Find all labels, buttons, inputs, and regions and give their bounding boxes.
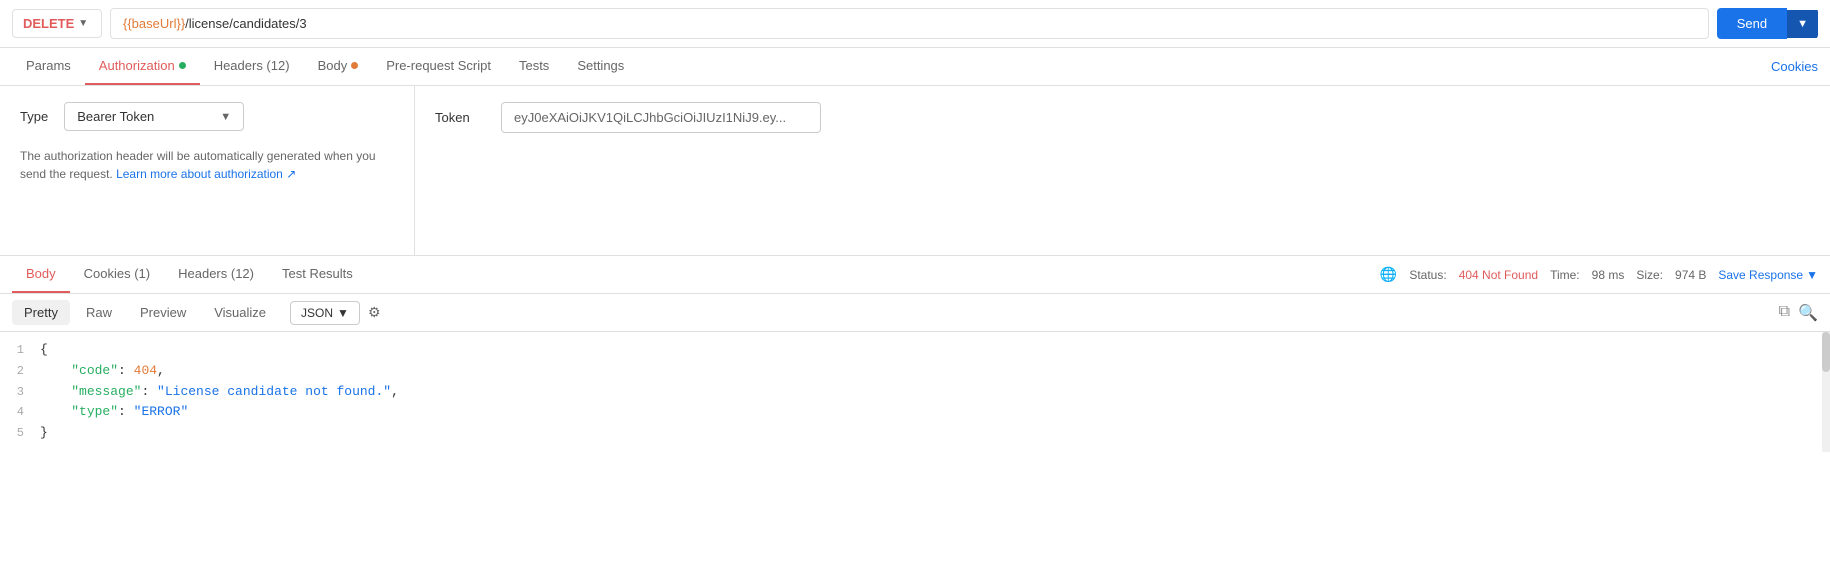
response-section: Body Cookies (1) Headers (12) Test Resul… <box>0 256 1830 452</box>
save-response-label: Save Response <box>1718 268 1803 282</box>
body-view-preview[interactable]: Preview <box>128 300 198 325</box>
size-label: Size: <box>1636 268 1663 282</box>
token-row: Token <box>435 102 1810 133</box>
send-dropdown-button[interactable]: ▼ <box>1787 10 1818 38</box>
code-line-5: 5 } <box>0 423 1830 444</box>
save-response-chevron-icon: ▼ <box>1806 268 1818 282</box>
response-tab-body[interactable]: Body <box>12 256 70 293</box>
line-num-4: 4 <box>0 403 40 422</box>
response-meta: 🌐 Status: 404 Not Found Time: 98 ms Size… <box>1380 266 1818 283</box>
body-view-pretty[interactable]: Pretty <box>12 300 70 325</box>
tab-tests[interactable]: Tests <box>505 48 563 85</box>
code-line-3: 3 "message": "License candidate not foun… <box>0 382 1830 403</box>
body-view-raw[interactable]: Raw <box>74 300 124 325</box>
tab-headers-label: Headers (12) <box>214 58 290 73</box>
line-num-3: 3 <box>0 383 40 402</box>
globe-icon: 🌐 <box>1380 266 1397 283</box>
tab-params[interactable]: Params <box>12 48 85 85</box>
url-base: {{baseUrl}} <box>123 16 185 31</box>
type-select-chevron-icon: ▼ <box>220 111 231 123</box>
tab-settings-label: Settings <box>577 58 624 73</box>
auth-left-panel: Type Bearer Token ▼ The authorization he… <box>0 86 415 255</box>
cookies-link[interactable]: Cookies <box>1771 59 1818 74</box>
token-label: Token <box>435 110 485 125</box>
tab-params-label: Params <box>26 58 71 73</box>
tab-settings[interactable]: Settings <box>563 48 638 85</box>
response-tab-headers-label: Headers (12) <box>178 266 254 281</box>
auth-learn-more-link[interactable]: Learn more about authorization ↗ <box>116 167 296 181</box>
response-tab-bar: Body Cookies (1) Headers (12) Test Resul… <box>0 256 1830 294</box>
method-select[interactable]: DELETE ▼ <box>12 9 102 38</box>
response-tab-body-label: Body <box>26 266 56 281</box>
size-value: 974 B <box>1675 268 1706 282</box>
top-bar: DELETE ▼ {{baseUrl}}/license/candidates/… <box>0 0 1830 48</box>
tab-authorization[interactable]: Authorization <box>85 48 200 85</box>
auth-right-panel: Token <box>415 86 1830 255</box>
url-display[interactable]: {{baseUrl}}/license/candidates/3 <box>110 8 1709 39</box>
type-select-dropdown[interactable]: Bearer Token ▼ <box>64 102 244 131</box>
body-toolbar: Pretty Raw Preview Visualize JSON ▼ ⚙ ⧉ … <box>0 294 1830 332</box>
response-tab-test-results[interactable]: Test Results <box>268 256 367 293</box>
code-line-2: 2 "code": 404, <box>0 361 1830 382</box>
code-content-2: "code": 404, <box>40 361 165 382</box>
body-view-raw-label: Raw <box>86 305 112 320</box>
type-row: Type Bearer Token ▼ <box>20 102 394 131</box>
tab-prerequest-label: Pre-request Script <box>386 58 491 73</box>
body-view-visualize-label: Visualize <box>214 305 266 320</box>
type-select-value: Bearer Token <box>77 109 154 124</box>
format-value: JSON <box>301 306 333 320</box>
tab-tests-label: Tests <box>519 58 549 73</box>
filter-icon[interactable]: ⚙ <box>368 304 381 321</box>
token-input[interactable] <box>501 102 821 133</box>
body-view-preview-label: Preview <box>140 305 186 320</box>
method-chevron-icon: ▼ <box>78 18 88 29</box>
code-content-1: { <box>40 340 48 361</box>
code-content-3: "message": "License candidate not found.… <box>40 382 399 403</box>
copy-icon[interactable]: ⧉ <box>1779 303 1790 323</box>
tab-authorization-label: Authorization <box>99 58 175 73</box>
send-main-button[interactable]: Send <box>1717 8 1787 39</box>
type-label: Type <box>20 109 48 124</box>
code-line-1: 1 { <box>0 340 1830 361</box>
status-code: 404 Not Found <box>1459 268 1538 282</box>
body-dot <box>351 62 358 69</box>
tab-body[interactable]: Body <box>304 48 373 85</box>
code-line-4: 4 "type": "ERROR" <box>0 402 1830 423</box>
body-view-visualize[interactable]: Visualize <box>202 300 278 325</box>
time-value: 98 ms <box>1592 268 1625 282</box>
body-actions: ⧉ 🔍 <box>1779 303 1818 323</box>
format-select[interactable]: JSON ▼ <box>290 301 360 325</box>
scrollbar-track[interactable] <box>1822 332 1830 452</box>
code-content-4: "type": "ERROR" <box>40 402 188 423</box>
tab-body-label: Body <box>318 58 348 73</box>
time-label: Time: <box>1550 268 1580 282</box>
line-num-1: 1 <box>0 341 40 360</box>
format-chevron-icon: ▼ <box>337 306 349 320</box>
response-tab-cookies-label: Cookies (1) <box>84 266 150 281</box>
authorization-dot <box>179 62 186 69</box>
search-icon[interactable]: 🔍 <box>1798 303 1818 323</box>
url-path: /license/candidates/3 <box>185 16 306 31</box>
tab-prerequest[interactable]: Pre-request Script <box>372 48 505 85</box>
code-area[interactable]: 1 { 2 "code": 404, 3 "message": "License… <box>0 332 1830 452</box>
save-response-button[interactable]: Save Response ▼ <box>1718 268 1818 282</box>
scrollbar-thumb[interactable] <box>1822 332 1830 372</box>
request-tab-bar: Params Authorization Headers (12) Body P… <box>0 48 1830 86</box>
body-view-pretty-label: Pretty <box>24 305 58 320</box>
response-tab-cookies[interactable]: Cookies (1) <box>70 256 164 293</box>
main-content: Type Bearer Token ▼ The authorization he… <box>0 86 1830 256</box>
auth-note: The authorization header will be automat… <box>20 147 394 183</box>
line-num-2: 2 <box>0 362 40 381</box>
code-content-5: } <box>40 423 48 444</box>
status-label: Status: <box>1409 268 1446 282</box>
response-tab-headers[interactable]: Headers (12) <box>164 256 268 293</box>
method-label: DELETE <box>23 16 74 31</box>
tab-headers[interactable]: Headers (12) <box>200 48 304 85</box>
send-button[interactable]: Send ▼ <box>1717 8 1818 39</box>
line-num-5: 5 <box>0 424 40 443</box>
response-tab-test-results-label: Test Results <box>282 266 353 281</box>
